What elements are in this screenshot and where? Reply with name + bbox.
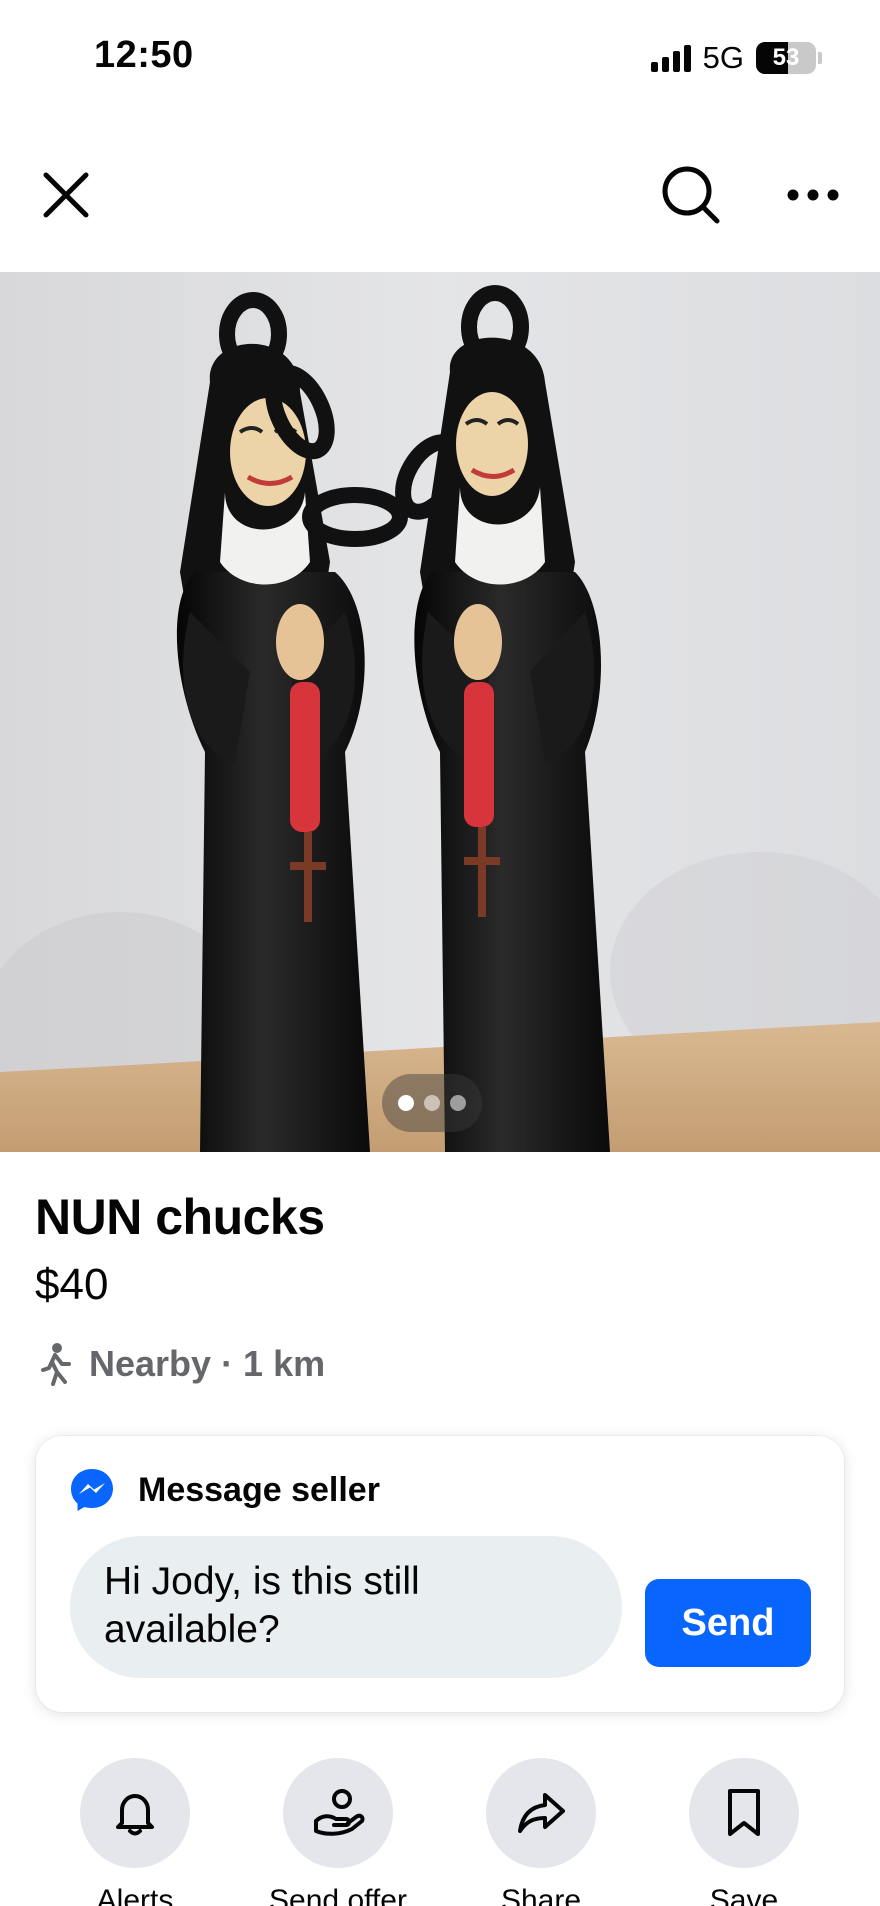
send-offer-label: Send offer [269, 1884, 407, 1906]
alerts-button[interactable]: Alerts [35, 1758, 235, 1906]
battery-level: 53 [772, 44, 800, 71]
message-input[interactable]: Hi Jody, is this still available? [70, 1536, 622, 1678]
alerts-circle [80, 1758, 190, 1868]
share-icon [518, 1793, 565, 1833]
save-button[interactable]: Save [644, 1758, 844, 1906]
share-button[interactable]: Share [441, 1758, 641, 1906]
send-offer-circle [283, 1758, 393, 1868]
battery-cap [818, 52, 822, 64]
signal-icon [650, 44, 691, 72]
search-icon [662, 166, 720, 224]
status-time: 12:50 [94, 34, 194, 76]
battery-icon: 53 [756, 42, 816, 74]
share-label: Share [500, 1884, 582, 1906]
network-label: 5G [702, 40, 744, 75]
send-button[interactable]: Send [645, 1579, 811, 1667]
listing-title: NUN chucks [35, 1189, 325, 1245]
save-circle [689, 1758, 799, 1868]
share-circle [486, 1758, 596, 1868]
listing-price: $40 [35, 1260, 109, 1309]
bell-icon [116, 1794, 154, 1836]
message-card-header: Message seller [68, 1466, 380, 1514]
listing-photo[interactable] [0, 272, 880, 1152]
more-icon [787, 189, 839, 201]
status-bar: 12:50 5G 53 [0, 0, 880, 120]
carousel-dot[interactable] [450, 1095, 466, 1111]
close-button[interactable] [21, 150, 111, 240]
listing-photo-image [0, 272, 880, 1152]
search-button[interactable] [646, 150, 736, 240]
action-row: Alerts Send offer Share Save [0, 1758, 880, 1906]
send-offer-button[interactable]: Send offer [238, 1758, 438, 1906]
carousel-dot[interactable] [398, 1095, 414, 1111]
message-seller-label: Message seller [138, 1470, 380, 1509]
message-seller-card: Message seller Hi Jody, is this still av… [36, 1436, 844, 1712]
offer-icon [314, 1789, 365, 1836]
close-icon [43, 172, 89, 218]
more-options-button[interactable] [768, 150, 858, 240]
alerts-label: Alerts [96, 1884, 174, 1906]
bookmark-icon [728, 1789, 760, 1836]
walking-icon [41, 1343, 71, 1386]
listing-location: Nearby · 1 km [35, 1342, 325, 1386]
messenger-icon [71, 1469, 113, 1511]
top-nav [0, 150, 880, 250]
carousel-dot[interactable] [424, 1095, 440, 1111]
save-label: Save [709, 1884, 779, 1906]
status-indicators: 5G 53 [650, 40, 822, 76]
location-text: Nearby · 1 km [89, 1343, 326, 1384]
carousel-indicator[interactable] [382, 1074, 482, 1132]
